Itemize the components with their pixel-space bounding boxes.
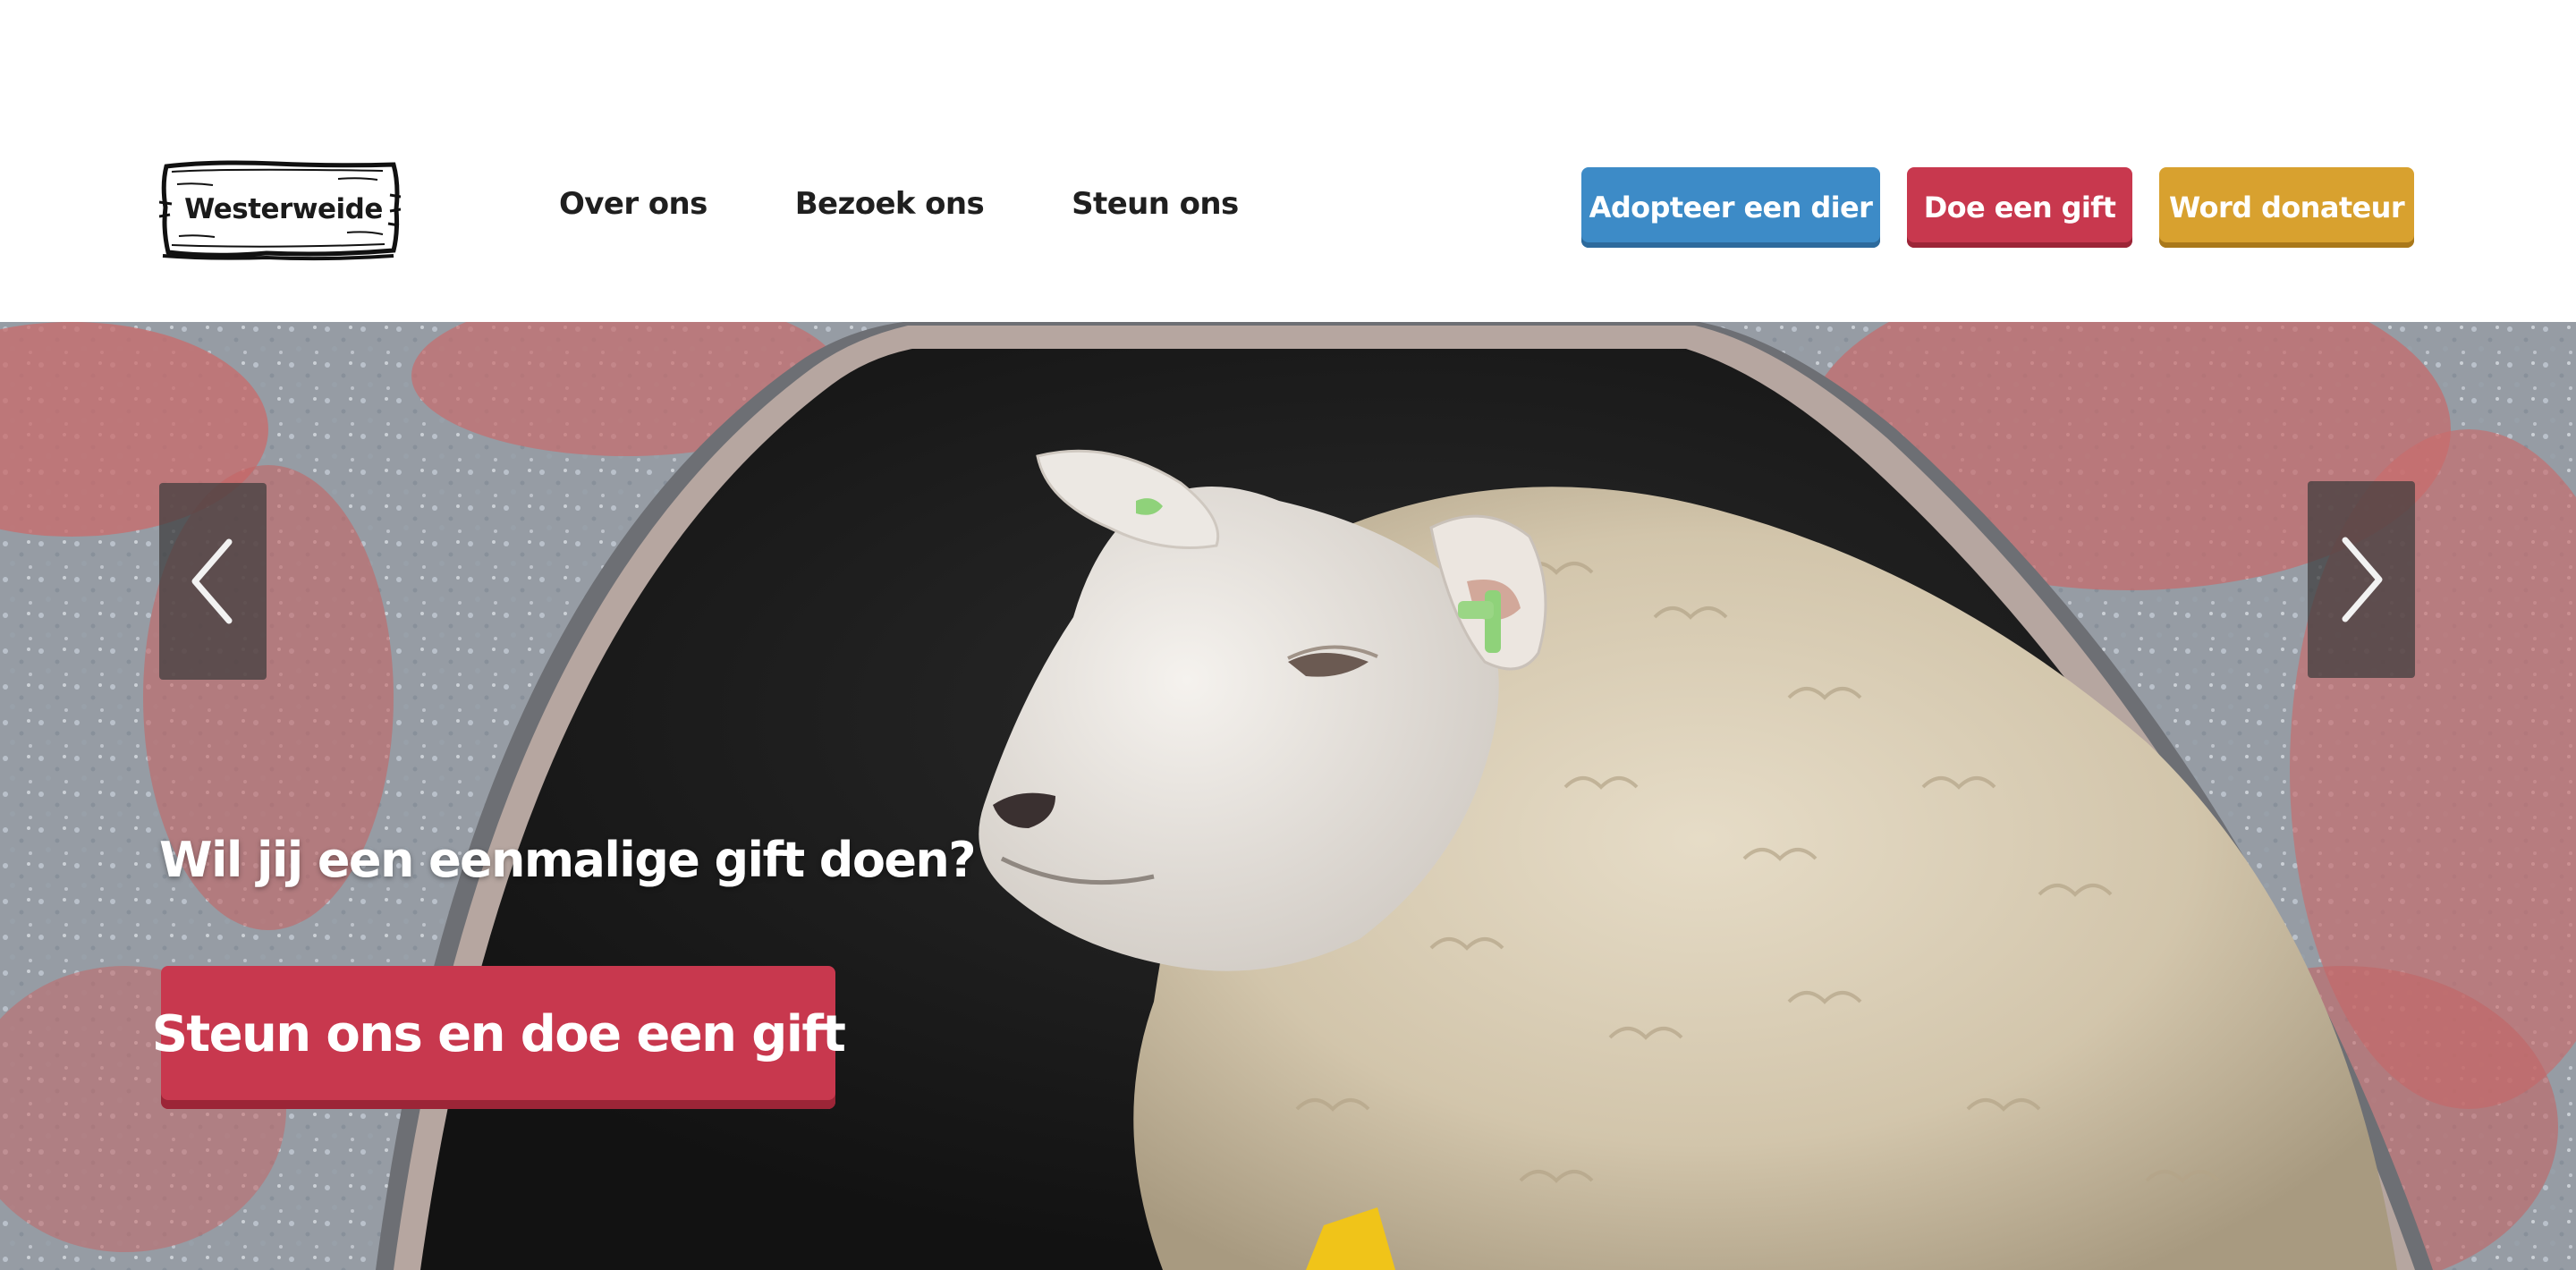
main-nav: Over ons Bezoek ons Steun ons (559, 179, 1326, 229)
logo-text: Westerweide (184, 193, 383, 225)
nav-steun-ons[interactable]: Steun ons (1072, 186, 1239, 222)
slider-prev-button[interactable] (159, 483, 267, 680)
site-header: Westerweide Over ons Bezoek ons Steun on… (0, 0, 2576, 322)
donate-cta-button[interactable]: Steun ons en doe een gift (152, 966, 846, 1109)
give-gift-button[interactable]: Doe een gift (1907, 167, 2132, 248)
become-donor-button[interactable]: Word donateur (2159, 167, 2414, 248)
logo[interactable]: Westerweide (159, 157, 401, 261)
nav-over-ons[interactable]: Over ons (559, 186, 708, 222)
slider-next-button[interactable] (2308, 481, 2415, 678)
adopt-animal-button[interactable]: Adopteer een dier (1581, 167, 1880, 248)
chevron-right-icon (2342, 537, 2383, 622)
sheep-in-shelter-photo (0, 322, 2576, 1270)
chevron-left-icon (191, 538, 233, 624)
nav-bezoek-ons[interactable]: Bezoek ons (795, 186, 985, 222)
hero-slider: Wil jij een eenmalige gift doen? Steun o… (0, 322, 2576, 1270)
hero-heading: Wil jij een eenmalige gift doen? (159, 832, 977, 888)
